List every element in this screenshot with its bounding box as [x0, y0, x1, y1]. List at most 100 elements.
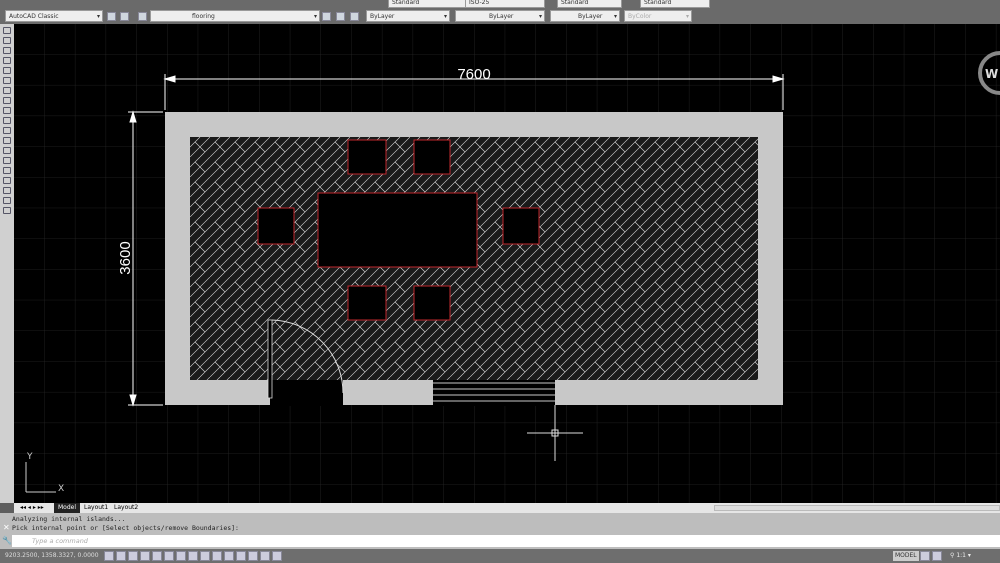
- mleader-style-select[interactable]: Standard: [640, 0, 710, 8]
- steps: [433, 380, 555, 406]
- door-leaf: [267, 319, 273, 399]
- layer-value: flooring: [192, 13, 215, 20]
- annotation-monitor-icon[interactable]: [272, 551, 282, 561]
- chair: [257, 207, 295, 245]
- workspace-settings-icon[interactable]: [107, 12, 116, 21]
- tab-navigation-arrows[interactable]: ◂◂ ◂ ▸ ▸▸: [16, 503, 48, 513]
- line-tool-icon[interactable]: [3, 27, 11, 34]
- arc-icon[interactable]: [3, 77, 11, 84]
- dim-style-value: ISO-25: [469, 0, 490, 6]
- tab-model[interactable]: Model: [54, 503, 81, 513]
- workspace-select[interactable]: AutoCAD Classic ▾: [5, 10, 103, 22]
- chair: [502, 207, 540, 245]
- tab-layout2[interactable]: Layout2: [110, 503, 142, 513]
- linetype-value: ByLayer: [489, 13, 514, 20]
- snap-mode-icon[interactable]: [116, 551, 126, 561]
- ucs-x-label: X: [58, 484, 64, 494]
- annotation-scale-button[interactable]: ⚲ 1:1 ▾: [950, 549, 971, 563]
- polar-tracking-icon[interactable]: [152, 551, 162, 561]
- command-history-line: Pick internal point or [Select objects/r…: [12, 524, 239, 532]
- revcloud-icon[interactable]: [3, 97, 11, 104]
- circle-icon[interactable]: [3, 87, 11, 94]
- layer-state-icon[interactable]: [350, 12, 359, 21]
- chair: [347, 139, 387, 175]
- ellipse-arc-icon[interactable]: [3, 127, 11, 134]
- customize-icon[interactable]: [120, 12, 129, 21]
- door-opening: [270, 380, 343, 406]
- point-icon[interactable]: [3, 157, 11, 164]
- color-value: ByLayer: [370, 13, 395, 20]
- plotstyle-value: ByColor: [628, 13, 652, 20]
- construction-line-icon[interactable]: [3, 37, 11, 44]
- lineweight-value: ByLayer: [578, 13, 603, 20]
- quick-view-layouts-icon[interactable]: [920, 551, 930, 561]
- transparency-icon[interactable]: [236, 551, 246, 561]
- make-current-layer-icon[interactable]: [322, 12, 331, 21]
- 3d-object-snap-icon[interactable]: [176, 551, 186, 561]
- model-space-button[interactable]: MODEL: [893, 551, 919, 561]
- hatch-icon[interactable]: [3, 167, 11, 174]
- infer-constraints-icon[interactable]: [104, 551, 114, 561]
- insert-block-icon[interactable]: [3, 137, 11, 144]
- lineweight-toggle-icon[interactable]: [224, 551, 234, 561]
- spline-icon[interactable]: [3, 107, 11, 114]
- dim-width-label: 7600: [457, 66, 490, 83]
- region-icon[interactable]: [3, 187, 11, 194]
- dining-table: [317, 192, 478, 268]
- chair: [413, 139, 451, 175]
- ucs-y-label: Y: [26, 452, 33, 462]
- plotstyle-select[interactable]: ByColor ▾: [624, 10, 692, 22]
- dynamic-input-icon[interactable]: [212, 551, 222, 561]
- standard-toolbar: Standard ISO-25 Standard Standard: [0, 0, 1000, 9]
- lineweight-select[interactable]: ByLayer ▾: [550, 10, 620, 22]
- gradient-icon[interactable]: [3, 177, 11, 184]
- polyline-icon[interactable]: [3, 47, 11, 54]
- command-placeholder: Type a command: [32, 537, 88, 545]
- quick-properties-icon[interactable]: [248, 551, 258, 561]
- command-line: ✕ Analyzing internal islands... Pick int…: [0, 513, 1000, 549]
- rectangle-icon[interactable]: [3, 67, 11, 74]
- mtext-icon[interactable]: [3, 207, 11, 214]
- linetype-select[interactable]: ByLayer ▾: [455, 10, 545, 22]
- color-select[interactable]: ByLayer ▾: [366, 10, 450, 22]
- coordinates-readout: 9203.2500, 1358.3327, 0.0000: [5, 552, 99, 559]
- draw-toolbar: [0, 24, 14, 503]
- dim-style-select[interactable]: ISO-25: [465, 0, 545, 8]
- annotation-scale-value: 1:1: [956, 552, 966, 559]
- horizontal-scrollbar[interactable]: [714, 505, 1000, 511]
- drawing-canvas[interactable]: 7600 3600 Y X W: [14, 24, 1000, 503]
- floor-plan-drawing: 7600 3600 Y X W: [14, 24, 1000, 503]
- status-bar: 9203.2500, 1358.3327, 0.0000 MODEL ⚲ 1:1…: [0, 549, 1000, 563]
- make-block-icon[interactable]: [3, 147, 11, 154]
- command-history: Analyzing internal islands... Pick inter…: [12, 515, 239, 533]
- selection-cycling-icon[interactable]: [260, 551, 270, 561]
- ortho-mode-icon[interactable]: [140, 551, 150, 561]
- chair: [413, 285, 451, 321]
- workspace-value: AutoCAD Classic: [9, 13, 59, 20]
- ellipse-icon[interactable]: [3, 117, 11, 124]
- customize-wrench-icon[interactable]: 🔧: [2, 536, 12, 545]
- quick-view-drawings-icon[interactable]: [932, 551, 942, 561]
- object-snap-tracking-icon[interactable]: [188, 551, 198, 561]
- table-style-select[interactable]: Standard: [557, 0, 622, 8]
- layout-tabs: ◂◂ ◂ ▸ ▸▸ Model Layout1 Layout2: [14, 503, 1000, 513]
- dim-height-label: 3600: [117, 241, 134, 274]
- table-icon[interactable]: [3, 197, 11, 204]
- mleader-style-value: Standard: [644, 0, 672, 6]
- layer-select[interactable]: flooring ▾: [150, 10, 320, 22]
- dynamic-ucs-icon[interactable]: [200, 551, 210, 561]
- close-command-icon[interactable]: ✕: [3, 523, 10, 532]
- properties-toolbar: AutoCAD Classic ▾ flooring ▾ ByLayer ▾ ByLa…: [0, 9, 1000, 24]
- layer-previous-icon[interactable]: [336, 12, 345, 21]
- grid-display-icon[interactable]: [128, 551, 138, 561]
- text-style-value: Standard: [392, 0, 420, 6]
- polygon-icon[interactable]: [3, 57, 11, 64]
- table-style-value: Standard: [561, 0, 589, 6]
- compass-west-label: W: [985, 67, 998, 81]
- command-history-line: Analyzing internal islands...: [12, 515, 126, 523]
- command-input[interactable]: Type a command: [12, 535, 1000, 547]
- chair: [347, 285, 387, 321]
- tab-layout1[interactable]: Layout1: [80, 503, 112, 513]
- object-snap-icon[interactable]: [164, 551, 174, 561]
- layer-properties-icon[interactable]: [138, 12, 147, 21]
